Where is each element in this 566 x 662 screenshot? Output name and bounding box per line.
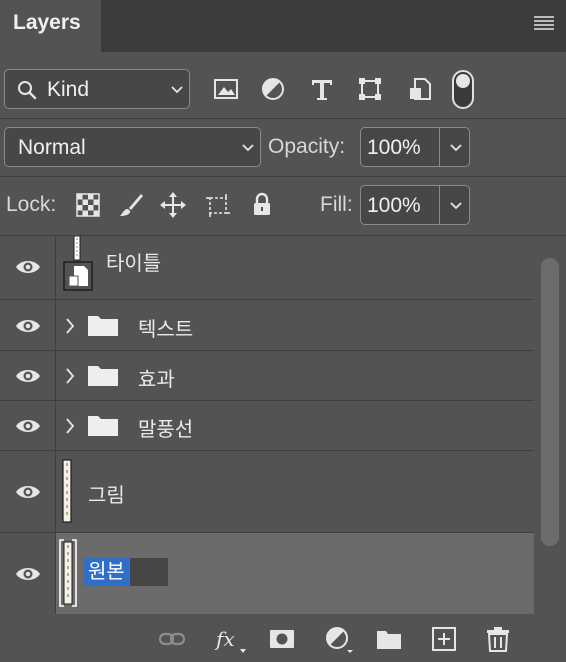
- lock-all-icon[interactable]: [248, 191, 276, 219]
- chevron-right-icon[interactable]: [64, 417, 76, 435]
- tab-layers[interactable]: Layers: [0, 0, 101, 52]
- new-group-folder-icon[interactable]: [375, 625, 403, 653]
- divider: [0, 176, 566, 177]
- smart-object-filter-icon[interactable]: [406, 75, 434, 103]
- lock-artboard-icon[interactable]: [204, 191, 232, 219]
- filter-kind-select[interactable]: Kind: [4, 69, 190, 109]
- lock-transparent-pixels-icon[interactable]: [74, 191, 102, 219]
- scrollbar-thumb[interactable]: [541, 258, 559, 546]
- layer-style-fx-icon[interactable]: fx: [214, 625, 248, 653]
- eye-icon[interactable]: [15, 415, 41, 437]
- eye-icon[interactable]: [15, 256, 41, 278]
- visibility-column: [0, 351, 56, 400]
- layer-name: 타이틀: [106, 253, 162, 275]
- layer-row-group-speech-bubbles[interactable]: 말풍선: [0, 401, 534, 451]
- filter-toggle-switch[interactable]: [452, 70, 474, 109]
- tab-layers-label: Layers: [13, 11, 81, 34]
- layer-thumbnail-selected: [59, 539, 77, 607]
- chevron-down-icon[interactable]: [449, 143, 463, 153]
- eye-icon[interactable]: [15, 563, 41, 585]
- new-layer-icon[interactable]: [430, 625, 458, 653]
- eye-icon[interactable]: [15, 315, 41, 337]
- fill-field[interactable]: 100%: [360, 185, 470, 225]
- opacity-value: 100%: [367, 136, 421, 159]
- chevron-right-icon[interactable]: [64, 317, 76, 335]
- layer-row-group-effects[interactable]: 효과: [0, 351, 534, 401]
- layers-list: 타이틀 텍스트 효과 말풍선 그림 원본: [0, 236, 534, 614]
- visibility-column: [0, 401, 56, 450]
- layer-name: 텍스트: [138, 319, 194, 341]
- layer-thumbnail: [62, 459, 72, 523]
- new-adjustment-layer-icon[interactable]: [323, 625, 357, 653]
- layer-row-title[interactable]: 타이틀: [0, 236, 534, 300]
- lock-position-icon[interactable]: [159, 191, 187, 219]
- layer-row-picture[interactable]: 그림: [0, 451, 534, 533]
- opacity-label: Opacity:: [268, 135, 346, 158]
- filter-kind-label: Kind: [47, 78, 90, 101]
- layer-name: 말풍선: [138, 419, 194, 441]
- lock-image-pixels-icon[interactable]: [117, 191, 145, 219]
- visibility-column: [0, 300, 56, 350]
- visibility-column: [0, 533, 56, 614]
- rename-field-tail: [130, 558, 168, 586]
- layers-scrollbar[interactable]: [534, 236, 566, 614]
- layer-row-group-text[interactable]: 텍스트: [0, 300, 534, 351]
- image-filter-icon[interactable]: [212, 75, 240, 103]
- folder-icon: [88, 416, 118, 436]
- lock-label: Lock:: [6, 193, 57, 216]
- panel-titlebar: Layers: [0, 0, 566, 52]
- panel-menu-icon[interactable]: [534, 16, 554, 32]
- layer-name-edit-input[interactable]: 원본: [84, 558, 129, 586]
- visibility-column: [0, 451, 56, 532]
- layer-row-original[interactable]: 원본: [0, 533, 534, 614]
- chevron-down-icon[interactable]: [449, 201, 463, 211]
- shape-filter-icon[interactable]: [356, 75, 384, 103]
- svg-text:fx: fx: [214, 627, 235, 651]
- type-filter-icon[interactable]: [308, 75, 336, 103]
- eye-icon[interactable]: [15, 365, 41, 387]
- eye-icon[interactable]: [15, 481, 41, 503]
- chevron-right-icon[interactable]: [64, 367, 76, 385]
- blend-mode-label: Normal: [18, 136, 86, 159]
- chevron-down-icon: [242, 144, 254, 152]
- opacity-field[interactable]: 100%: [360, 127, 470, 167]
- link-layers-icon[interactable]: [158, 625, 186, 653]
- smart-object-thumbnail: [63, 236, 93, 291]
- blend-mode-select[interactable]: Normal: [4, 127, 261, 167]
- layer-name: 그림: [88, 485, 125, 507]
- fill-label: Fill:: [320, 193, 353, 216]
- delete-layer-trash-icon[interactable]: [484, 625, 512, 653]
- divider: [0, 118, 566, 119]
- chevron-down-icon: [171, 86, 183, 94]
- layers-bottom-toolbar: fx: [0, 614, 566, 662]
- adjustment-filter-icon[interactable]: [259, 75, 287, 103]
- search-icon: [18, 81, 37, 100]
- filter-toggle-knob: [456, 74, 470, 88]
- visibility-column: [0, 236, 56, 299]
- folder-icon: [88, 316, 118, 336]
- folder-icon: [88, 366, 118, 386]
- layer-name: 효과: [138, 369, 175, 391]
- add-mask-icon[interactable]: [268, 625, 296, 653]
- fill-value: 100%: [367, 194, 421, 217]
